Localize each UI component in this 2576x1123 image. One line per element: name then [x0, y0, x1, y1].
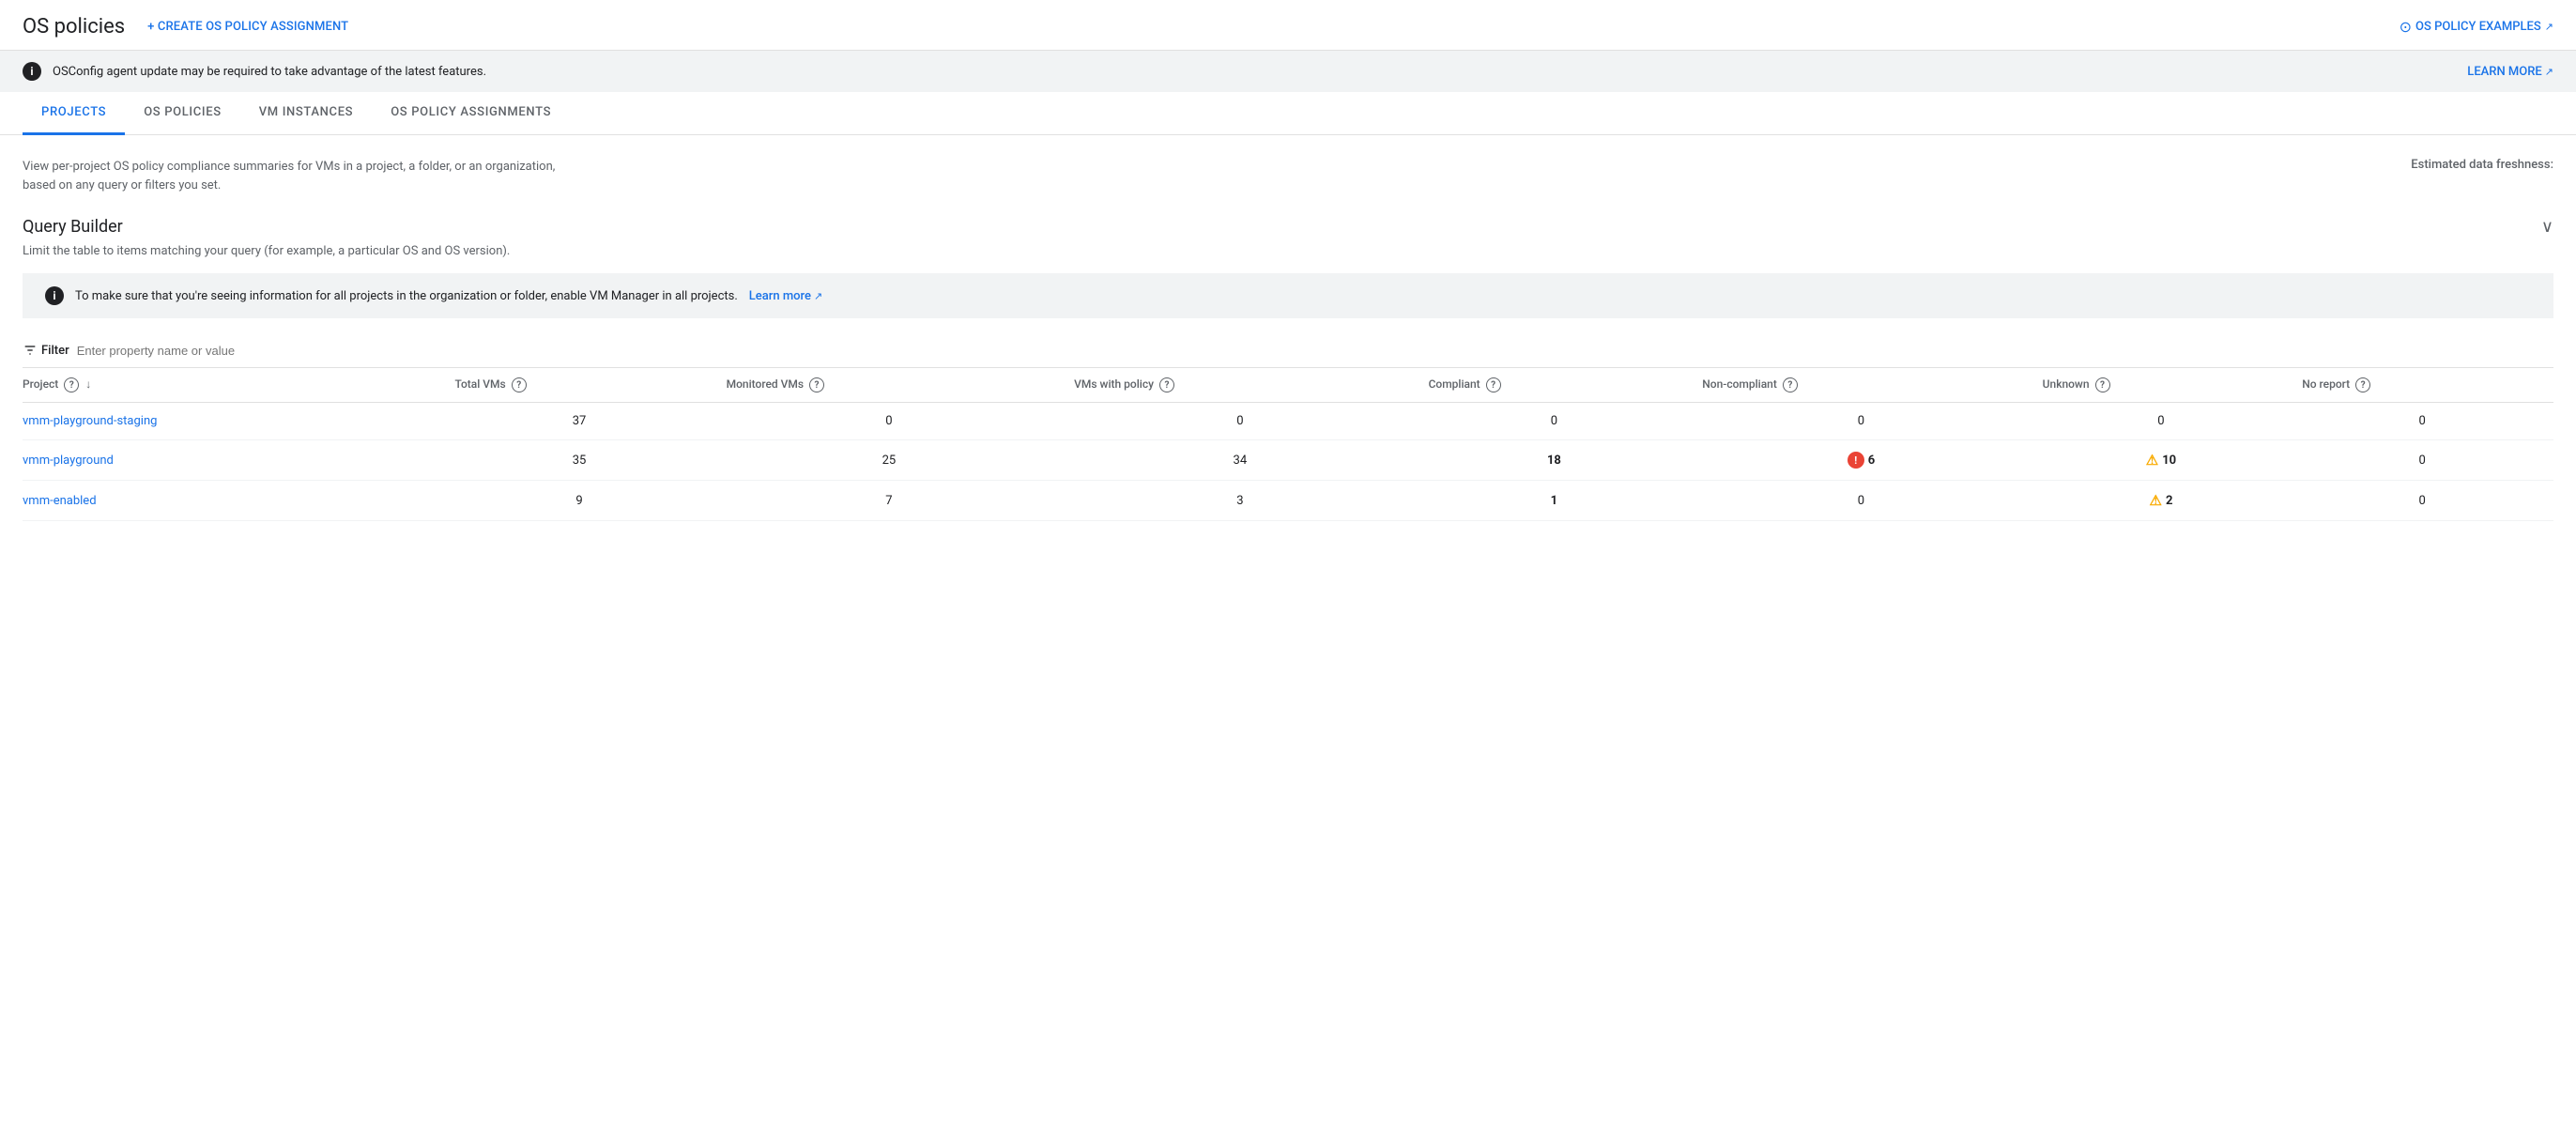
- monitored-vms-cell: 25: [715, 440, 1064, 481]
- no-report-help-icon[interactable]: ?: [2355, 377, 2370, 392]
- tab-vm-instances[interactable]: VM INSTANCES: [240, 92, 372, 135]
- github-icon: ⊙: [2400, 18, 2412, 36]
- total-vms-cell: 9: [443, 481, 714, 521]
- col-non-compliant: Non-compliant ?: [1691, 368, 2031, 403]
- header-left: OS policies + CREATE OS POLICY ASSIGNMEN…: [23, 15, 348, 38]
- table-row: vmm-playground 35 25 34 18 ! 6 ⚠ 10: [23, 440, 2553, 481]
- os-policy-examples-link[interactable]: ⊙ OS POLICY EXAMPLES ↗: [2400, 18, 2553, 36]
- project-link-staging[interactable]: vmm-playground-staging: [23, 414, 157, 428]
- project-help-icon[interactable]: ?: [64, 377, 79, 392]
- col-vms-with-policy: VMs with policy ?: [1063, 368, 1417, 403]
- info-icon-2: i: [45, 286, 64, 305]
- vms-with-policy-cell: 3: [1063, 481, 1417, 521]
- external-link-icon: ↗: [2545, 21, 2553, 33]
- query-builder-description: Limit the table to items matching your q…: [23, 244, 2553, 258]
- compliant-cell: 1: [1418, 481, 1692, 521]
- no-report-cell: 0: [2291, 440, 2553, 481]
- col-monitored-vms: Monitored VMs ?: [715, 368, 1064, 403]
- header-right: ⊙ OS POLICY EXAMPLES ↗: [2400, 18, 2553, 36]
- filter-icon-label: Filter: [23, 343, 69, 358]
- vms-with-policy-help-icon[interactable]: ?: [1159, 377, 1174, 392]
- projects-table: Project ? ↓ Total VMs ? Monitored VMs ? …: [23, 368, 2553, 521]
- non-compliant-badge: ! 6: [1848, 452, 1875, 469]
- filter-bar: Filter: [23, 333, 2553, 368]
- unknown-cell: 0: [2032, 403, 2292, 440]
- create-os-policy-link[interactable]: + CREATE OS POLICY ASSIGNMENT: [147, 20, 348, 34]
- tab-os-policies[interactable]: OS POLICIES: [125, 92, 240, 135]
- page-header: OS policies + CREATE OS POLICY ASSIGNMEN…: [0, 0, 2576, 51]
- project-cell: vmm-playground-staging: [23, 403, 443, 440]
- content-area: View per-project OS policy compliance su…: [0, 135, 2576, 521]
- vms-with-policy-cell: 34: [1063, 440, 1417, 481]
- error-circle-icon: !: [1848, 452, 1864, 469]
- warning-badge-unknown: ⚠ 10: [2146, 452, 2176, 469]
- unknown-cell: ⚠ 2: [2032, 481, 2292, 521]
- info-banner-2: i To make sure that you're seeing inform…: [23, 273, 2553, 318]
- total-vms-cell: 35: [443, 440, 714, 481]
- monitored-vms-cell: 7: [715, 481, 1064, 521]
- external-link-icon-3: ↗: [814, 290, 822, 302]
- query-builder-header[interactable]: Query Builder ∨: [23, 217, 2553, 244]
- compliant-cell: 18: [1418, 440, 1692, 481]
- col-project: Project ? ↓: [23, 368, 443, 403]
- warning-badge-unknown-2: ⚠ 2: [2149, 492, 2172, 509]
- col-total-vms: Total VMs ?: [443, 368, 714, 403]
- query-builder: Query Builder ∨ Limit the table to items…: [23, 217, 2553, 258]
- non-compliant-cell: ! 6: [1691, 440, 2031, 481]
- description-row: View per-project OS policy compliance su…: [23, 158, 2553, 194]
- project-cell: vmm-playground: [23, 440, 443, 481]
- no-report-cell: 0: [2291, 403, 2553, 440]
- info-banner-2-learn-more[interactable]: Learn more ↗: [749, 289, 822, 303]
- sort-down-icon[interactable]: ↓: [85, 377, 91, 391]
- non-compliant-help-icon[interactable]: ?: [1783, 377, 1798, 392]
- compliant-cell: 0: [1418, 403, 1692, 440]
- monitored-vms-cell: 0: [715, 403, 1064, 440]
- project-cell: vmm-enabled: [23, 481, 443, 521]
- description-text: View per-project OS policy compliance su…: [23, 158, 586, 194]
- filter-input[interactable]: [77, 344, 2553, 358]
- external-link-icon-2: ↗: [2545, 66, 2553, 78]
- learn-more-link[interactable]: LEARN MORE ↗: [2467, 65, 2553, 79]
- warning-triangle-icon-2: ⚠: [2149, 492, 2161, 509]
- info-banner-message: OSConfig agent update may be required to…: [53, 65, 486, 79]
- info-icon: i: [23, 62, 41, 81]
- chevron-down-icon: ∨: [2541, 217, 2553, 237]
- col-no-report: No report ?: [2291, 368, 2553, 403]
- table-row: vmm-playground-staging 37 0 0 0 0 0 0: [23, 403, 2553, 440]
- unknown-help-icon[interactable]: ?: [2095, 377, 2110, 392]
- project-link-enabled[interactable]: vmm-enabled: [23, 494, 97, 508]
- page-title: OS policies: [23, 15, 125, 38]
- tabs-container: PROJECTS OS POLICIES VM INSTANCES OS POL…: [0, 92, 2576, 135]
- unknown-cell: ⚠ 10: [2032, 440, 2292, 481]
- info-banner-left: i OSConfig agent update may be required …: [23, 62, 486, 81]
- info-banner-2-message: To make sure that you're seeing informat…: [75, 289, 738, 303]
- table-header-row: Project ? ↓ Total VMs ? Monitored VMs ? …: [23, 368, 2553, 403]
- col-unknown: Unknown ?: [2032, 368, 2292, 403]
- non-compliant-cell: 0: [1691, 481, 2031, 521]
- warning-triangle-icon: ⚠: [2146, 452, 2158, 469]
- table-row: vmm-enabled 9 7 3 1 0 ⚠ 2 0: [23, 481, 2553, 521]
- data-freshness-label: Estimated data freshness:: [2411, 158, 2553, 172]
- query-builder-title: Query Builder: [23, 217, 123, 237]
- tab-os-policy-assignments[interactable]: OS POLICY ASSIGNMENTS: [372, 92, 570, 135]
- tab-projects[interactable]: PROJECTS: [23, 92, 125, 135]
- total-vms-cell: 37: [443, 403, 714, 440]
- info-banner: i OSConfig agent update may be required …: [0, 51, 2576, 92]
- compliant-help-icon[interactable]: ?: [1486, 377, 1501, 392]
- filter-svg-icon: [23, 343, 38, 358]
- project-link-playground[interactable]: vmm-playground: [23, 454, 114, 468]
- col-compliant: Compliant ?: [1418, 368, 1692, 403]
- total-vms-help-icon[interactable]: ?: [512, 377, 527, 392]
- monitored-vms-help-icon[interactable]: ?: [809, 377, 824, 392]
- non-compliant-cell: 0: [1691, 403, 2031, 440]
- no-report-cell: 0: [2291, 481, 2553, 521]
- vms-with-policy-cell: 0: [1063, 403, 1417, 440]
